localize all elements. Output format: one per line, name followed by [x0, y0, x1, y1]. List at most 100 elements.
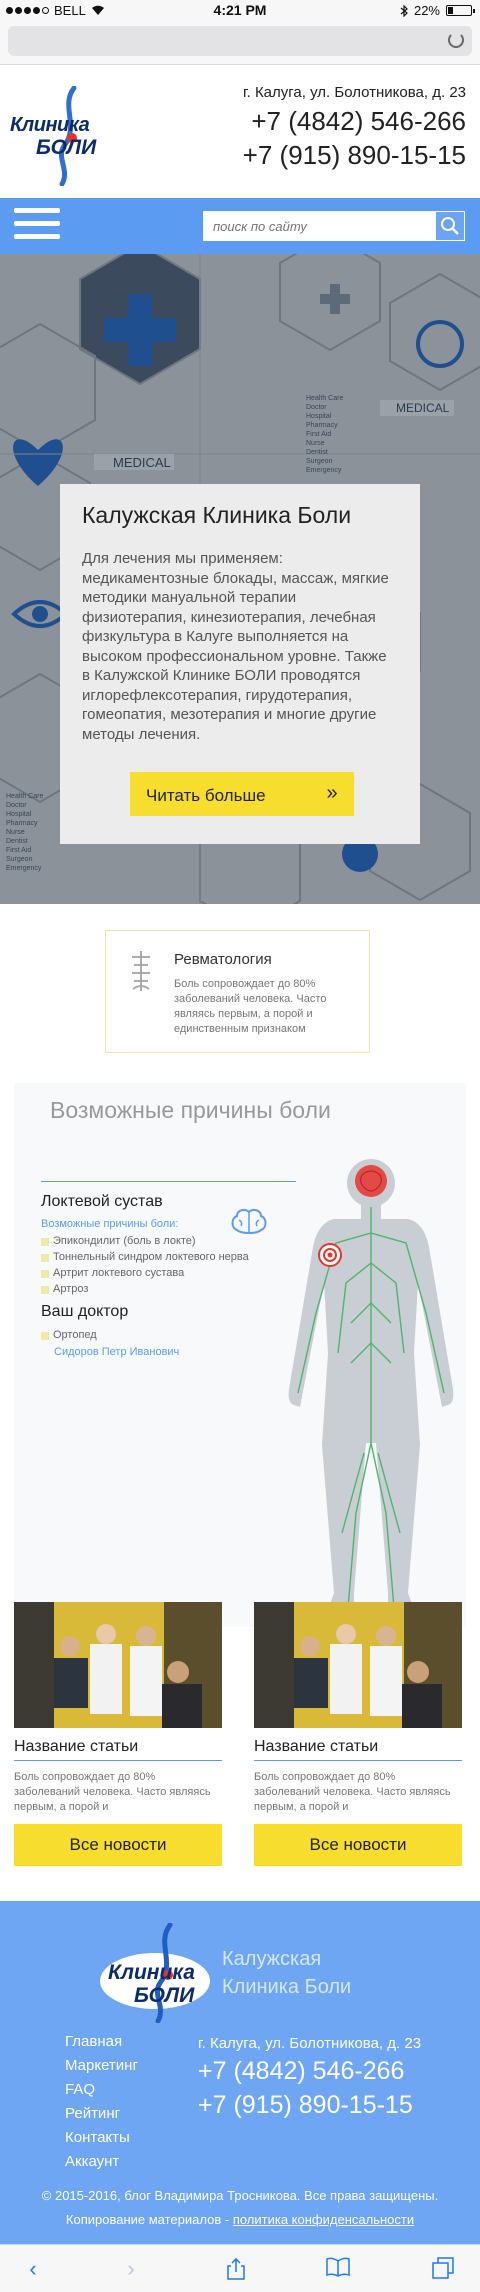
search-icon — [441, 217, 459, 235]
hero-banner: MEDICAL MEDICAL Health Care Doctor Hospi… — [0, 254, 480, 904]
footer-copy-notice: Копирование материалов - политика конфид… — [0, 2212, 480, 2227]
footer-phone-1[interactable]: +7 (4842) 546-266 — [198, 2057, 404, 2086]
news-title[interactable]: Название статьи — [14, 1738, 138, 1756]
menu-hamburger-button[interactable] — [14, 208, 60, 244]
bg-list-bottom: Health Care Doctor Hospital Pharmacy Nur… — [6, 792, 43, 873]
news-title[interactable]: Название статьи — [254, 1738, 378, 1756]
news-text: Боль сопровождает до 80% заболеваний чел… — [14, 1771, 211, 1813]
causes-list: Эпикондилит (боль в локте) Тоннельный си… — [41, 1235, 249, 1299]
bg-list-item: Emergency — [6, 865, 42, 872]
footer-logo[interactable]: Клиника БОЛИ — [100, 1923, 210, 2023]
hero-title: Калужская Клиника Боли — [82, 502, 352, 528]
bg-list-item: Nurse — [306, 440, 325, 447]
cause-item: Артроз — [41, 1283, 249, 1299]
bg-list-item: Hospital — [306, 413, 332, 420]
browser-address-area — [0, 20, 480, 65]
hero-text: Для лечения мы применяем: медикаментозны… — [82, 550, 389, 743]
doctor-name-link[interactable]: Сидоров Петр Иванович — [54, 1346, 179, 1358]
bg-label-medical-left: MEDICAL — [113, 455, 171, 470]
reload-icon[interactable] — [448, 32, 464, 48]
share-glyph — [227, 2257, 245, 2280]
site-footer: Клиника БОЛИ Калужская Клиника Боли Глав… — [0, 1901, 480, 2244]
all-news-button[interactable]: Все новости — [14, 1824, 222, 1866]
bookmarks-icon[interactable] — [325, 2257, 351, 2281]
news-divider — [14, 1760, 222, 1761]
footer-link-marketing[interactable]: Маркетинг — [65, 2057, 138, 2081]
book-glyph — [326, 2257, 350, 2277]
bg-list-item: Nurse — [6, 829, 25, 836]
bg-list-item: First Aid — [6, 847, 32, 854]
doctor-role: Ортопед — [41, 1329, 97, 1341]
back-icon[interactable]: ‹ — [20, 2257, 46, 2281]
footer-logo-word-pain: БОЛИ — [134, 1984, 195, 2007]
bg-list-item: Pharmacy — [6, 820, 38, 827]
logo-word-clinic: Клиника — [10, 114, 90, 136]
bg-list-item: Surgeon — [6, 856, 33, 863]
cause-item: Эпикондилит (боль в локте) — [41, 1235, 249, 1251]
doctor-heading: Ваш доктор — [41, 1303, 129, 1320]
bg-list-item: Health Care — [306, 395, 344, 402]
news-text: Боль сопровождает до 80% заболеваний чел… — [254, 1771, 451, 1813]
footer-name-line: Клиника Боли — [222, 1976, 352, 1998]
footer-name-line: Калужская — [222, 1948, 322, 1970]
double-chevron-right-icon: » — [310, 772, 354, 816]
footer-clinic-name: Калужская Клиника Боли — [222, 1945, 351, 2001]
search-box — [203, 211, 465, 241]
bg-list-item: Emergency — [306, 467, 342, 474]
footer-link-account[interactable]: Аккаунт — [65, 2153, 138, 2177]
forward-icon[interactable]: › — [118, 2257, 144, 2281]
bg-list-item: First Aid — [306, 431, 332, 438]
footer-link-contacts[interactable]: Контакты — [65, 2129, 138, 2153]
hero-card: Калужская Клиника Боли Для лечения мы пр… — [60, 484, 420, 844]
news-photo[interactable] — [254, 1602, 462, 1728]
battery-icon — [446, 5, 475, 16]
browser-toolbar: ‹ › — [0, 2244, 480, 2292]
url-field[interactable] — [8, 26, 472, 56]
clinic-logo[interactable]: Клиника БОЛИ — [10, 86, 120, 186]
footer-link-rating[interactable]: Рейтинг — [65, 2105, 138, 2129]
spine-icon — [132, 951, 150, 991]
rheumatology-card[interactable]: Ревматология Боль сопровождает до 80% за… — [105, 930, 370, 1053]
doctors-photo-illustration — [254, 1602, 462, 1728]
human-body-diagram[interactable] — [276, 1153, 466, 1623]
read-more-button[interactable]: Читать больше » — [130, 772, 354, 816]
bg-list-item: Health Care — [6, 793, 44, 800]
tabs-icon[interactable] — [430, 2257, 456, 2281]
search-button[interactable] — [436, 212, 464, 240]
header-phone-1[interactable]: +7 (4842) 546-266 — [251, 106, 466, 137]
bg-list-top: Health Care Doctor Hospital Pharmacy Fir… — [306, 394, 343, 475]
privacy-policy-link[interactable]: политика конфиденсальности — [233, 2212, 414, 2227]
read-more-label: Читать больше — [146, 786, 266, 805]
header-phone-2[interactable]: +7 (915) 890-15-15 — [243, 140, 466, 171]
footer-phone-2[interactable]: +7 (915) 890-15-15 — [198, 2091, 413, 2120]
news-divider — [254, 1760, 462, 1761]
tabs-glyph — [432, 2257, 454, 2279]
cause-item: Артрит локтевого сустава — [41, 1267, 249, 1283]
causes-subtitle: Возможные причины боли: — [41, 1218, 179, 1230]
footer-link-home[interactable]: Главная — [65, 2033, 138, 2057]
hamburger-line — [14, 221, 60, 226]
joint-title: Локтевой сустав — [41, 1193, 163, 1210]
footer-menu: Главная Маркетинг FAQ Рейтинг Контакты А… — [65, 2033, 138, 2177]
brain-icon — [231, 1208, 267, 1234]
hamburger-line — [14, 208, 60, 213]
causes-heading: Возможные причины боли — [50, 1097, 331, 1123]
hamburger-line — [14, 234, 60, 239]
bg-list-item: Doctor — [6, 802, 27, 809]
cause-item: Тоннельный синдром локтевого нерва — [41, 1251, 249, 1267]
header-address: г. Калуга, ул. Болотникова, д. 23 — [242, 84, 466, 101]
news-photo[interactable] — [14, 1602, 222, 1728]
footer-link-faq[interactable]: FAQ — [65, 2081, 138, 2105]
bg-list-item: Pharmacy — [306, 422, 338, 429]
bg-list-item: Surgeon — [306, 458, 333, 465]
footer-address: г. Калуга, ул. Болотникова, д. 23 — [198, 2035, 422, 2052]
bg-label-medical-right: MEDICAL — [396, 401, 450, 415]
logo-word-pain: БОЛИ — [36, 136, 97, 159]
share-icon[interactable] — [223, 2257, 249, 2281]
search-input[interactable] — [203, 211, 435, 241]
joint-divider — [41, 1181, 296, 1182]
doctors-photo-illustration — [14, 1602, 222, 1728]
copy-notice-prefix: Копирование материалов - — [65, 2212, 233, 2227]
all-news-button[interactable]: Все новости — [254, 1824, 462, 1866]
bg-list-item: Doctor — [306, 404, 327, 411]
